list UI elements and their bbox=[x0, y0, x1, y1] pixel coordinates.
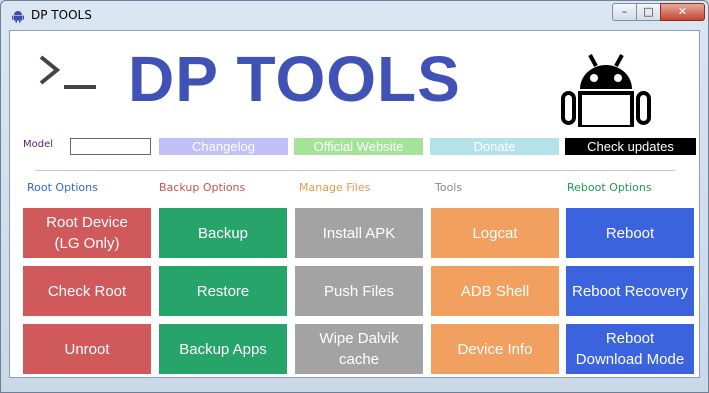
unroot-button[interactable]: Unroot bbox=[23, 324, 151, 374]
terminal-prompt-icon bbox=[39, 55, 96, 89]
app-window: DP TOOLS – □ ✕ DP TOOLS Model Changelog … bbox=[0, 0, 709, 393]
main-panel: DP TOOLS Model Changelog Official Websit… bbox=[9, 30, 700, 378]
android-robot-icon bbox=[561, 54, 651, 127]
model-label: Model bbox=[23, 139, 54, 150]
section-label-files: Manage Files bbox=[299, 181, 371, 194]
install-apk-button[interactable]: Install APK bbox=[295, 208, 423, 258]
section-label-tools: Tools bbox=[435, 181, 463, 194]
root-device-button[interactable]: Root Device (LG Only) bbox=[23, 208, 151, 258]
official-website-button[interactable]: Official Website bbox=[294, 138, 423, 155]
logcat-button[interactable]: Logcat bbox=[431, 208, 559, 258]
section-label-backup: Backup Options bbox=[159, 181, 246, 194]
backup-button[interactable]: Backup bbox=[159, 208, 287, 258]
restore-button[interactable]: Restore bbox=[159, 266, 287, 316]
model-input[interactable] bbox=[70, 138, 151, 155]
reboot-button[interactable]: Reboot bbox=[566, 208, 694, 258]
section-label-root: Root Options bbox=[27, 181, 98, 194]
device-info-button[interactable]: Device Info bbox=[431, 324, 559, 374]
maximize-button[interactable]: □ bbox=[636, 3, 661, 21]
section-label-reboot: Reboot Options bbox=[567, 181, 652, 194]
title-bar[interactable]: DP TOOLS – □ ✕ bbox=[1, 1, 708, 29]
check-root-button[interactable]: Check Root bbox=[23, 266, 151, 316]
check-updates-button[interactable]: Check updates bbox=[565, 138, 696, 155]
window-title: DP TOOLS bbox=[31, 8, 92, 22]
adb-shell-button[interactable]: ADB Shell bbox=[431, 266, 559, 316]
donate-button[interactable]: Donate bbox=[430, 138, 559, 155]
reboot-download-mode-button[interactable]: Reboot Download Mode bbox=[566, 324, 694, 374]
android-icon bbox=[12, 11, 24, 23]
push-files-button[interactable]: Push Files bbox=[295, 266, 423, 316]
backup-apps-button[interactable]: Backup Apps bbox=[159, 324, 287, 374]
close-button[interactable]: ✕ bbox=[660, 3, 705, 21]
minimize-button[interactable]: – bbox=[612, 3, 637, 21]
reboot-recovery-button[interactable]: Reboot Recovery bbox=[566, 266, 694, 316]
changelog-button[interactable]: Changelog bbox=[159, 138, 288, 155]
section-divider bbox=[35, 170, 675, 171]
app-brand-title: DP TOOLS bbox=[128, 43, 461, 115]
wipe-dalvik-cache-button[interactable]: Wipe Dalvik cache bbox=[295, 324, 423, 374]
